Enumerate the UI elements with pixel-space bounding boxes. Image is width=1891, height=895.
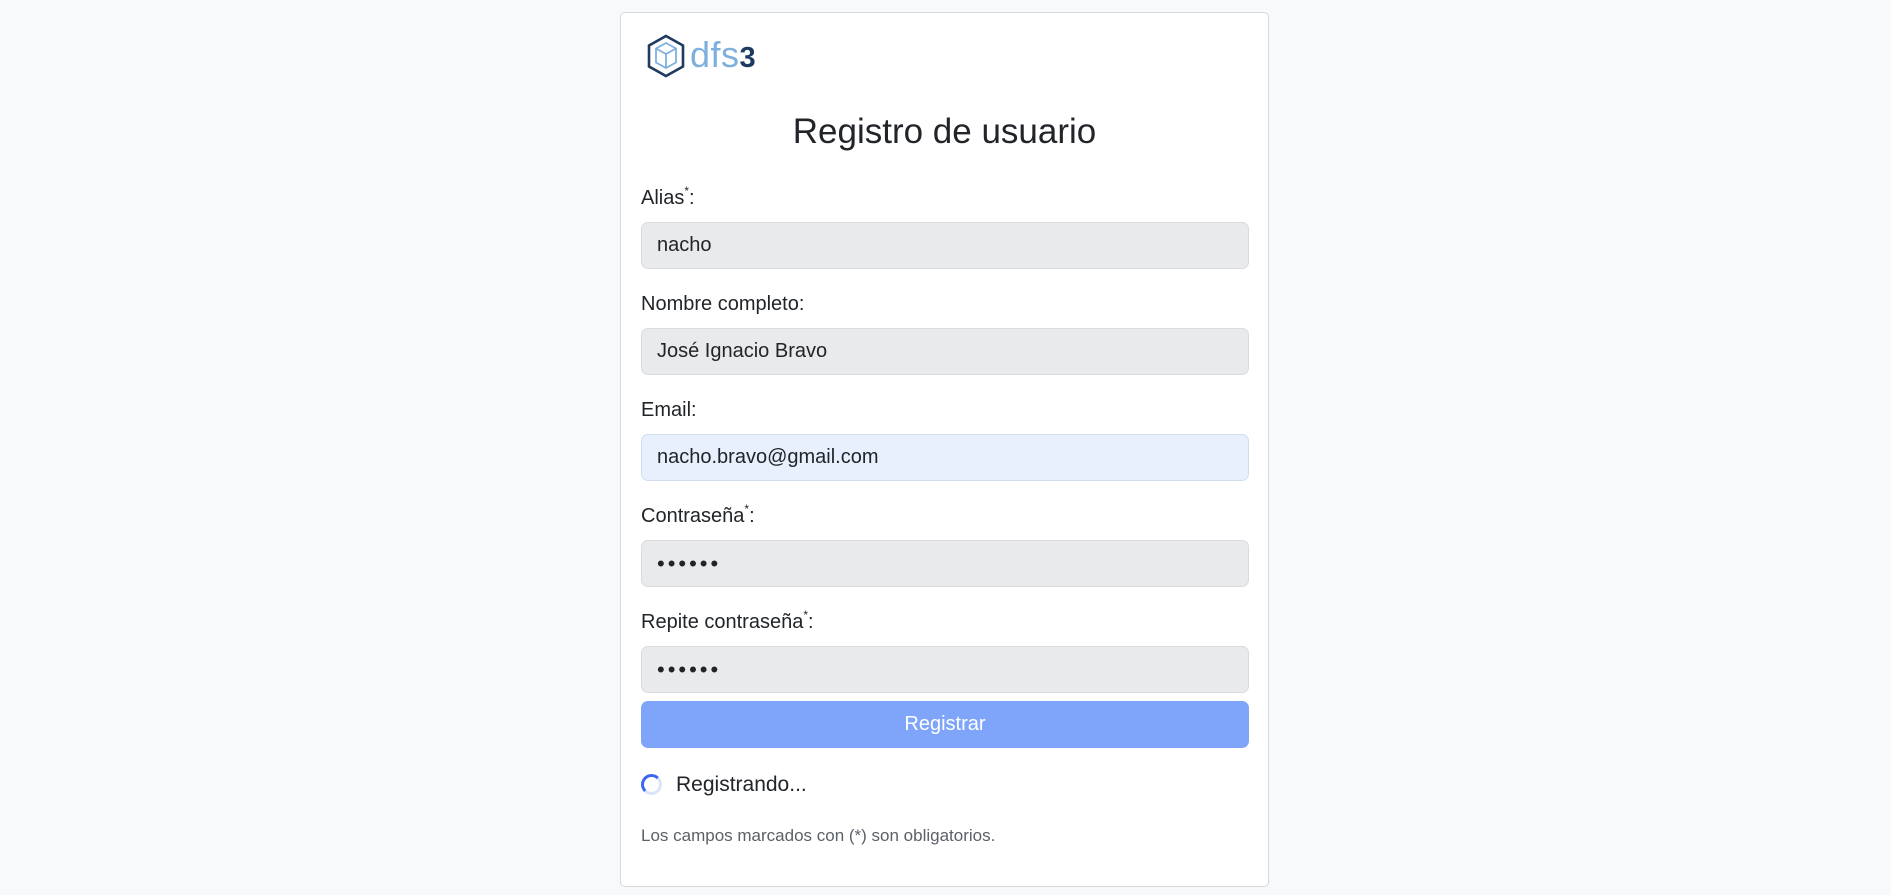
register-button[interactable]: Registrar: [641, 701, 1249, 748]
password-label: Contraseña*:: [641, 502, 755, 527]
hexagon-cube-icon: [647, 34, 685, 78]
password-repeat-label: Repite contraseña*:: [641, 608, 814, 633]
alias-input[interactable]: nacho: [641, 222, 1249, 269]
password-input[interactable]: ••••••: [641, 540, 1249, 587]
full-name-label: Nombre completo:: [641, 293, 805, 315]
loading-spinner-icon: [641, 774, 662, 795]
logo-text: dfs3: [690, 33, 757, 75]
app-logo: dfs3: [646, 34, 756, 78]
email-input[interactable]: nacho.bravo@gmail.com: [641, 434, 1249, 481]
register-card: dfs3 Registro de usuario Alias*: nacho N…: [620, 12, 1269, 887]
required-fields-note: Los campos marcados con (*) son obligato…: [641, 826, 996, 845]
password-repeat-input[interactable]: ••••••: [641, 646, 1249, 693]
status-text: Registrando...: [676, 773, 807, 796]
full-name-input[interactable]: José Ignacio Bravo: [641, 328, 1249, 375]
alias-label: Alias*:: [641, 184, 695, 209]
page-title: Registro de usuario: [792, 112, 1097, 151]
email-label: Email:: [641, 399, 697, 421]
